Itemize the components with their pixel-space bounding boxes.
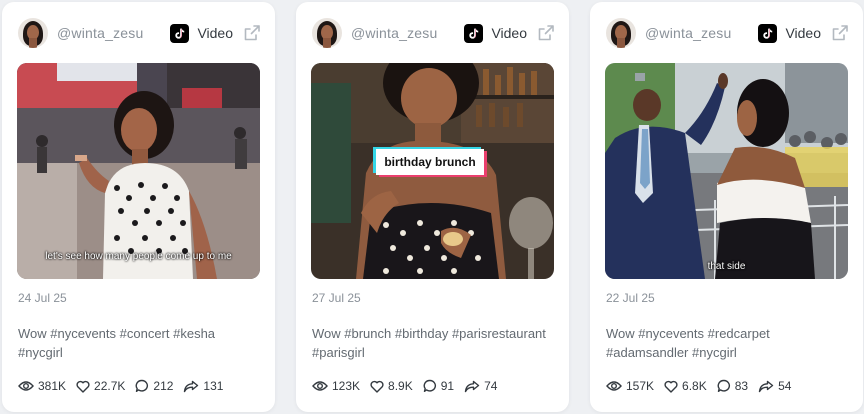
eye-icon	[606, 381, 622, 391]
card-header: @winta_zesu Video	[606, 18, 849, 48]
likes-count: 22.7K	[94, 379, 126, 393]
views-count: 157K	[626, 379, 655, 393]
video-thumbnail[interactable]: let's see how many people come up to me	[17, 63, 260, 279]
comments-count: 83	[734, 379, 749, 393]
engagement-stats: 123K 8.9K 91 74	[312, 378, 507, 394]
eye-icon	[18, 381, 34, 391]
video-card[interactable]: @winta_zesu Video	[2, 2, 275, 412]
likes-count: 8.9K	[388, 379, 413, 393]
creator-handle[interactable]: @winta_zesu	[351, 25, 464, 41]
avatar[interactable]	[18, 18, 48, 48]
shares-count: 131	[203, 379, 224, 393]
views-count: 123K	[332, 379, 361, 393]
comments-stat: 212	[135, 379, 173, 393]
comments-count: 212	[153, 379, 174, 393]
likes-stat: 8.9K	[370, 379, 413, 393]
shares-stat: 74	[464, 379, 497, 393]
views-stat: 381K	[18, 379, 66, 393]
eye-icon	[312, 381, 328, 391]
share-icon	[758, 380, 774, 392]
platform-label: Video	[197, 25, 233, 41]
heart-icon	[76, 380, 90, 393]
post-date: 22 Jul 25	[606, 291, 655, 305]
share-icon	[464, 380, 480, 392]
card-header: @winta_zesu Video	[18, 18, 261, 48]
shares-count: 54	[778, 379, 792, 393]
comment-icon	[135, 379, 149, 392]
views-count: 381K	[38, 379, 67, 393]
video-sticker: birthday brunch	[376, 149, 484, 175]
tiktok-icon	[464, 23, 484, 43]
video-card[interactable]: @winta_zesu Video	[296, 2, 569, 412]
video-card[interactable]: @winta_zesu Video	[590, 2, 863, 412]
shares-count: 74	[484, 379, 498, 393]
likes-count: 6.8K	[682, 379, 707, 393]
external-link-icon[interactable]	[831, 24, 849, 42]
creator-handle[interactable]: @winta_zesu	[57, 25, 170, 41]
post-date: 24 Jul 25	[18, 291, 67, 305]
shares-stat: 54	[758, 379, 791, 393]
video-thumbnail[interactable]: birthday brunch	[311, 63, 554, 279]
platform-label: Video	[491, 25, 527, 41]
engagement-stats: 157K 6.8K 83 54	[606, 378, 801, 394]
comments-stat: 91	[423, 379, 454, 393]
video-card-grid: @winta_zesu Video let's see how many peo…	[0, 0, 864, 414]
video-caption: that side	[707, 261, 746, 272]
heart-icon	[370, 380, 384, 393]
tiktok-icon	[170, 23, 190, 43]
video-caption: let's see how many people come up to me	[45, 251, 232, 262]
likes-stat: 22.7K	[76, 379, 125, 393]
post-description: Wow #nycevents #concert #kesha #nycgirl	[18, 326, 216, 360]
comment-icon	[423, 379, 436, 392]
external-link-icon[interactable]	[243, 24, 261, 42]
comments-count: 91	[440, 379, 455, 393]
post-description: Wow #nycevents #redcarpet #adamsandler #…	[606, 326, 770, 360]
comments-stat: 83	[717, 379, 748, 393]
comment-icon	[717, 379, 730, 392]
avatar[interactable]	[606, 18, 636, 48]
external-link-icon[interactable]	[537, 24, 555, 42]
views-stat: 123K	[312, 379, 360, 393]
shares-stat: 131	[183, 379, 223, 393]
post-description: Wow #brunch #birthday #parisrestaurant #…	[312, 326, 546, 360]
video-thumbnail[interactable]: that side	[605, 63, 848, 279]
tiktok-icon	[758, 23, 778, 43]
share-icon	[184, 380, 199, 392]
platform-label: Video	[785, 25, 821, 41]
heart-icon	[664, 380, 678, 393]
post-date: 27 Jul 25	[312, 291, 361, 305]
likes-stat: 6.8K	[664, 379, 707, 393]
card-header: @winta_zesu Video	[312, 18, 555, 48]
avatar[interactable]	[312, 18, 342, 48]
engagement-stats: 381K 22.7K 212 131	[18, 378, 233, 394]
views-stat: 157K	[606, 379, 654, 393]
creator-handle[interactable]: @winta_zesu	[645, 25, 758, 41]
